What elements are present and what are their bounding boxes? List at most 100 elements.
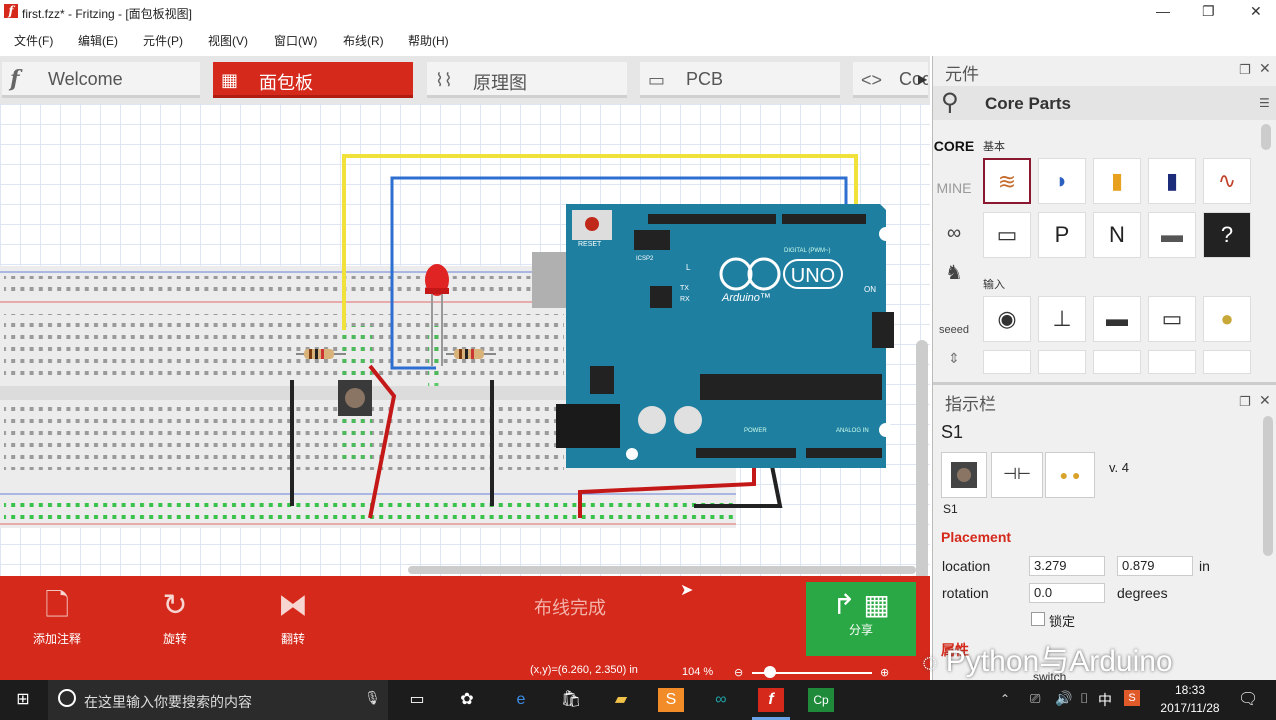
taskbar-search[interactable]: 在这里输入你要搜索的内容 🎙 <box>48 680 388 720</box>
location-y-input[interactable]: 0.879 <box>1117 556 1193 576</box>
menu-part[interactable]: 元件(P) <box>143 32 183 49</box>
location-x-input[interactable]: 3.279 <box>1029 556 1105 576</box>
windows-start-icon[interactable]: ⊞ <box>10 688 36 712</box>
zoom-in-icon[interactable]: ⊕ <box>880 666 889 679</box>
tab-schematic[interactable]: ⌇⌇ 原理图 <box>427 62 627 98</box>
bin-mine[interactable]: MINE <box>933 180 975 196</box>
part-rotary-pot[interactable]: ⊥ <box>1038 296 1086 342</box>
inspector-scrollbar[interactable] <box>1263 416 1273 556</box>
part-diode[interactable]: ▭ <box>983 212 1031 258</box>
wechat-icon: ◌ <box>922 647 938 677</box>
arduino-bin-icon[interactable]: ∞ <box>933 222 975 245</box>
part-row-partial-3[interactable] <box>1093 350 1141 374</box>
flip-button[interactable]: ⧓ 翻转 <box>258 586 328 647</box>
task-view-icon[interactable]: ▭ <box>404 688 430 712</box>
menu-edit[interactable]: 编辑(E) <box>78 32 118 49</box>
schematic-icon: ⌇⌇ <box>435 70 453 90</box>
clock-time[interactable]: 18:33 <box>1158 683 1222 697</box>
part-row-partial-5[interactable] <box>1203 350 1251 374</box>
arduino-ide-icon[interactable]: ∞ <box>708 688 734 712</box>
menu-help[interactable]: 帮助(H) <box>408 32 449 49</box>
lock-label: 锁定 <box>1049 614 1076 629</box>
share-button[interactable]: ↱ ▦ 分享 <box>806 582 916 656</box>
bin-core[interactable]: CORE <box>933 138 975 154</box>
close-button[interactable]: ✕ <box>1250 3 1262 20</box>
routing-status[interactable]: 布线完成 <box>534 594 606 620</box>
fritzing-taskbar-icon[interactable]: f <box>758 688 784 712</box>
app-pinwheel-icon[interactable]: ✿ <box>454 688 480 712</box>
board-digital-text: DIGITAL (PWM~) <box>784 248 831 254</box>
tab-scroll-right-icon[interactable]: ▶ <box>918 72 927 86</box>
zoom-out-icon[interactable]: ⊖ <box>734 666 743 679</box>
inspector-part-title: S1 <box>941 422 964 442</box>
title-bar: f first.fzz* - Fritzing - [面包板视图] — ❐ ✕ <box>0 0 1276 24</box>
canvas-horizontal-scrollbar[interactable] <box>408 566 916 574</box>
bin-scroll-icon[interactable]: ⇕ <box>933 350 975 367</box>
file-explorer-icon[interactable]: ▰ <box>608 688 634 712</box>
sogou-ime-icon[interactable]: S <box>1124 690 1140 706</box>
bin-seeed[interactable]: seeed <box>933 324 975 336</box>
taskbar-search-placeholder: 在这里输入你要搜索的内容 <box>84 694 252 710</box>
part-row-partial-4[interactable] <box>1148 350 1196 374</box>
board-l-text: L <box>686 263 691 272</box>
zoom-slider-handle[interactable] <box>764 666 776 678</box>
tray-chevron-icon[interactable]: ⌃ <box>1000 692 1010 706</box>
board-icsp2-text: ICSP2 <box>636 256 654 262</box>
part-ceramic-capacitor[interactable]: ◗ <box>1038 158 1086 204</box>
part-mystery[interactable]: ? <box>1203 212 1251 258</box>
board-rx-text: RX <box>680 296 690 303</box>
windows-taskbar: ⊞ 在这里输入你要搜索的内容 🎙 ▭ ✿ e 🛍 ▰ S ∞ f Cp ⌃ ⎚ … <box>0 680 1276 720</box>
menu-window[interactable]: 窗口(W) <box>274 32 317 49</box>
clock-date[interactable]: 2017/11/28 <box>1150 701 1230 715</box>
search-icon[interactable]: ⚲ <box>941 88 959 117</box>
part-dip-switch[interactable]: ▭ <box>1148 296 1196 342</box>
fritzing-app-icon: f <box>4 4 18 18</box>
part-potentiometer[interactable]: ◉ <box>983 296 1031 342</box>
window-title: first.fzz* - Fritzing - [面包板视图] <box>22 7 193 21</box>
add-note-button[interactable]: 🗋 添加注释 <box>22 586 92 647</box>
rotation-input[interactable]: 0.0 <box>1029 583 1105 603</box>
menu-routing[interactable]: 布线(R) <box>343 32 384 49</box>
part-row-partial-2[interactable] <box>1038 350 1086 374</box>
battery-icon[interactable]: ⌷ <box>1080 690 1088 707</box>
parts-scrollbar[interactable] <box>1261 124 1271 150</box>
menu-file[interactable]: 文件(F) <box>14 32 53 49</box>
tab-breadboard[interactable]: ▦ 面包板 <box>213 62 413 98</box>
part-inductor[interactable]: ∿ <box>1203 158 1251 204</box>
part-transistor-pnp[interactable]: P <box>1038 212 1086 258</box>
part-slide-pot[interactable]: ▬ <box>1093 296 1141 342</box>
store-icon[interactable]: 🛍 <box>558 688 584 712</box>
part-row-partial-1[interactable] <box>983 350 1031 374</box>
notification-icon[interactable]: 🗨 <box>1238 689 1258 709</box>
part-transistor-npn[interactable]: N <box>1093 212 1141 258</box>
breadboard-canvas[interactable]: UNO Arduino™ RESET ICSP2 ON L TX RX DIGI… <box>0 104 930 576</box>
volume-icon[interactable]: 🔊 <box>1055 690 1072 707</box>
network-icon[interactable]: ⎚ <box>1030 691 1040 707</box>
part-tantalum-capacitor[interactable]: ▮ <box>1093 158 1141 204</box>
cp-app-icon[interactable]: Cp <box>808 688 834 712</box>
maximize-button[interactable]: ❐ <box>1202 3 1215 20</box>
canvas-vertical-scrollbar[interactable] <box>916 340 928 576</box>
sublime-text-icon[interactable]: S <box>658 688 684 712</box>
bin-menu-icon[interactable]: ☰ <box>1259 96 1270 110</box>
part-fet[interactable]: ▬ <box>1148 212 1196 258</box>
bottom-toolbar: 🗋 添加注释 ↻ 旋转 ⧓ 翻转 布线完成 ↱ ▦ 分享 (x,y)=(6.26… <box>0 576 930 680</box>
tab-pcb[interactable]: ▭ PCB <box>640 62 840 98</box>
fritzing-bin-icon[interactable]: ♞ <box>933 260 975 285</box>
part-resistor[interactable]: ≋ <box>983 158 1031 204</box>
edge-browser-icon[interactable]: e <box>508 688 534 712</box>
microphone-icon: 🎙 <box>364 690 381 705</box>
part-piezo[interactable]: ● <box>1203 296 1251 342</box>
minimize-button[interactable]: — <box>1156 3 1170 19</box>
part-electrolytic-capacitor[interactable]: ▮ <box>1148 158 1196 204</box>
lock-checkbox[interactable] <box>1031 612 1045 626</box>
ime-indicator[interactable]: 中 <box>1098 690 1112 710</box>
float-panel-icon[interactable]: ❐ <box>1239 62 1251 78</box>
inspector-float-icon[interactable]: ❐ <box>1239 394 1251 410</box>
tab-welcome[interactable]: f Welcome <box>2 62 200 98</box>
close-panel-icon[interactable]: ✕ <box>1259 60 1271 77</box>
menu-view[interactable]: 视图(V) <box>208 32 248 49</box>
rotate-button[interactable]: ↻ 旋转 <box>140 586 210 647</box>
inspector-close-icon[interactable]: ✕ <box>1259 392 1271 409</box>
tab-code[interactable]: <> Cod <box>853 62 928 98</box>
